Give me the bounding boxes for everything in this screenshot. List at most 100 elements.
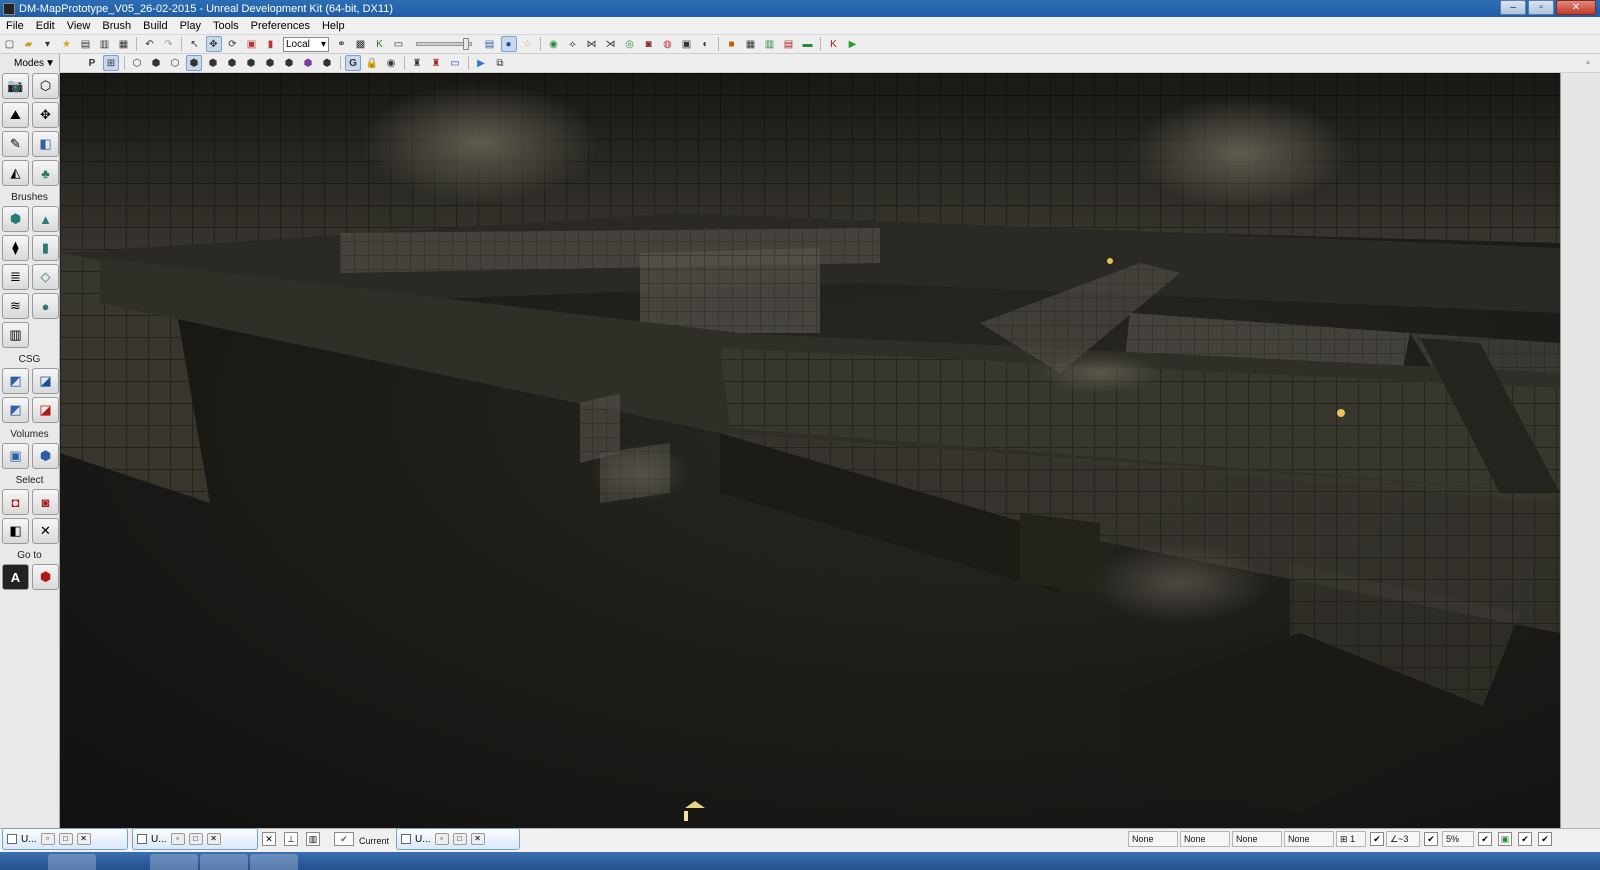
lock-icon[interactable]: 🔒 [364, 55, 380, 71]
terrain-mode-icon[interactable]: ⛰ [2, 102, 29, 128]
build-lighting-icon[interactable]: ⟡ [565, 36, 581, 52]
volume-list-icon[interactable]: ⬢ [32, 443, 59, 469]
play-in-viewport-icon[interactable]: ▶ [473, 55, 489, 71]
menu-build[interactable]: Build [137, 20, 173, 32]
maximize-icon[interactable]: □ [452, 833, 467, 845]
taskbar-item[interactable] [250, 854, 298, 870]
autosave-icon[interactable]: ▣ [1498, 832, 1512, 846]
bookmark-star-icon[interactable]: ☆ [520, 36, 536, 52]
unlit-icon[interactable]: ⬡ [167, 55, 183, 71]
close-icon[interactable]: ✕ [206, 833, 221, 845]
invert-selection-icon[interactable]: ◧ [2, 518, 29, 544]
close-button[interactable]: ✕ [1556, 0, 1596, 15]
build-paths-icon[interactable]: ⋈ [584, 36, 600, 52]
content-browser-icon[interactable]: ▤ [482, 36, 498, 52]
coordinate-system-dropdown[interactable]: Local ▾ [283, 36, 329, 52]
game-view-button[interactable]: G [345, 55, 361, 71]
grid-size-field[interactable]: ⊞ 1 [1336, 831, 1366, 847]
k-script-icon[interactable]: K [372, 36, 388, 52]
map-check-icon[interactable]: ▣ [679, 36, 695, 52]
open-dropdown-icon[interactable]: ▾ [40, 36, 56, 52]
spiral-stair-icon[interactable]: ≋ [2, 293, 29, 319]
open-folder-icon[interactable]: ▰ [21, 36, 37, 52]
close-icon[interactable]: ✕ [76, 833, 91, 845]
extra-checkbox[interactable]: ✔ [1538, 832, 1552, 846]
goto-builder-brush-icon[interactable]: ⬢ [32, 564, 59, 590]
menu-preferences[interactable]: Preferences [245, 20, 316, 32]
perspective-button[interactable]: P [84, 55, 100, 71]
nonuniform-scale-icon[interactable]: ▮ [263, 36, 279, 52]
world-properties-icon[interactable]: ◐ [698, 36, 714, 52]
lighting-view-icon[interactable]: ⬢ [319, 55, 335, 71]
lightmass-icon[interactable]: ◍ [660, 36, 676, 52]
cube-brush-icon[interactable]: ⬢ [2, 206, 29, 232]
save-as-icon[interactable]: ▦ [116, 36, 132, 52]
shader-complexity-icon[interactable]: ⬢ [281, 55, 297, 71]
lightmap-density-icon[interactable]: ⬢ [300, 55, 316, 71]
menu-play[interactable]: Play [174, 20, 207, 32]
build-geometry-icon[interactable]: ◉ [546, 36, 562, 52]
play-icon[interactable]: ▶ [845, 36, 861, 52]
linear-stair-icon[interactable]: ≣ [2, 264, 29, 290]
taskbar-item[interactable] [150, 854, 198, 870]
play-on-pc-icon[interactable]: ▦ [743, 36, 759, 52]
minimized-window-3[interactable]: U... ▫ □ ✕ [396, 828, 520, 850]
camera-mode-icon[interactable]: 📷 [2, 73, 29, 99]
kismet-icon[interactable]: ▩ [353, 36, 369, 52]
spawn-icon[interactable]: ♜ [428, 55, 444, 71]
hide-selected-icon[interactable]: ◙ [32, 489, 59, 515]
scale-mode-icon[interactable]: ▣ [244, 36, 260, 52]
move-mode-icon[interactable]: ✥ [32, 102, 59, 128]
curved-stair-icon[interactable]: ⧫ [2, 235, 29, 261]
menu-help[interactable]: Help [316, 20, 351, 32]
chevron-down-icon[interactable]: ▼ [45, 58, 55, 69]
select-mode-icon[interactable]: ↖ [187, 36, 203, 52]
lighting-quality-icon[interactable]: ◙ [641, 36, 657, 52]
frame-icon[interactable]: ▭ [447, 55, 463, 71]
eye-icon[interactable]: ◉ [383, 55, 399, 71]
minimized-window-1[interactable]: U... ▫ □ ✕ [2, 828, 128, 850]
monitor-icon[interactable]: ▬ [800, 36, 816, 52]
perspective-viewport[interactable] [60, 73, 1560, 828]
camera-speed-slider[interactable] [416, 38, 472, 50]
menu-tools[interactable]: Tools [207, 20, 245, 32]
drag-grid-checkbox[interactable]: ✔ [1518, 832, 1532, 846]
show-selected-icon[interactable]: ◘ [2, 489, 29, 515]
maximize-icon[interactable]: □ [188, 833, 203, 845]
record-icon[interactable]: ▤ [781, 36, 797, 52]
taskbar-item[interactable] [200, 854, 248, 870]
sheet-brush-icon[interactable]: ◇ [32, 264, 59, 290]
geometry-mode-icon[interactable]: ⬡ [32, 73, 59, 99]
menu-view[interactable]: View [61, 20, 97, 32]
volumetric-brush-icon[interactable]: ▥ [2, 322, 29, 348]
status-check-icon[interactable]: ✔ [334, 832, 354, 846]
rotate-mode-icon[interactable]: ⟳ [225, 36, 241, 52]
brush-wireframe-icon[interactable]: ⬡ [129, 55, 145, 71]
texture-density-icon[interactable]: ⬢ [262, 55, 278, 71]
translate-mode-icon[interactable]: ✥ [205, 36, 222, 52]
build-cover-icon[interactable]: ⋊ [603, 36, 619, 52]
restore-icon[interactable]: ▫ [170, 833, 185, 845]
wireframe-icon[interactable]: ⬢ [148, 55, 164, 71]
maximize-button[interactable]: ▫ [1528, 0, 1554, 15]
minimized-window-2[interactable]: U... ▫ □ ✕ [132, 828, 258, 850]
csg-deintersect-icon[interactable]: ◪ [32, 397, 59, 423]
csg-intersect-icon[interactable]: ◩ [2, 397, 29, 423]
build-all-icon[interactable]: ◎ [622, 36, 638, 52]
menu-edit[interactable]: Edit [30, 20, 61, 32]
grid-snap-checkbox[interactable]: ✔ [1370, 832, 1384, 846]
slider-thumb[interactable] [463, 38, 469, 50]
csg-add-icon[interactable]: ◩ [2, 368, 29, 394]
viewport-type-icon[interactable]: ⊞ [103, 55, 119, 71]
sphere-brush-icon[interactable]: ● [32, 293, 59, 319]
actor-icon[interactable]: ♜ [409, 55, 425, 71]
search-binoculars-icon[interactable]: ⚭ [334, 36, 350, 52]
add-volume-icon[interactable]: ▣ [2, 443, 29, 469]
cone-brush-icon[interactable]: ▲ [32, 206, 59, 232]
menu-brush[interactable]: Brush [96, 20, 137, 32]
rotation-snap-checkbox[interactable]: ✔ [1424, 832, 1438, 846]
realtime-icon[interactable]: ● [500, 36, 517, 52]
play-on-console-icon[interactable]: ▥ [762, 36, 778, 52]
lighting-only-icon[interactable]: ⬢ [224, 55, 240, 71]
mesh-paint-icon[interactable]: ◧ [32, 131, 59, 157]
